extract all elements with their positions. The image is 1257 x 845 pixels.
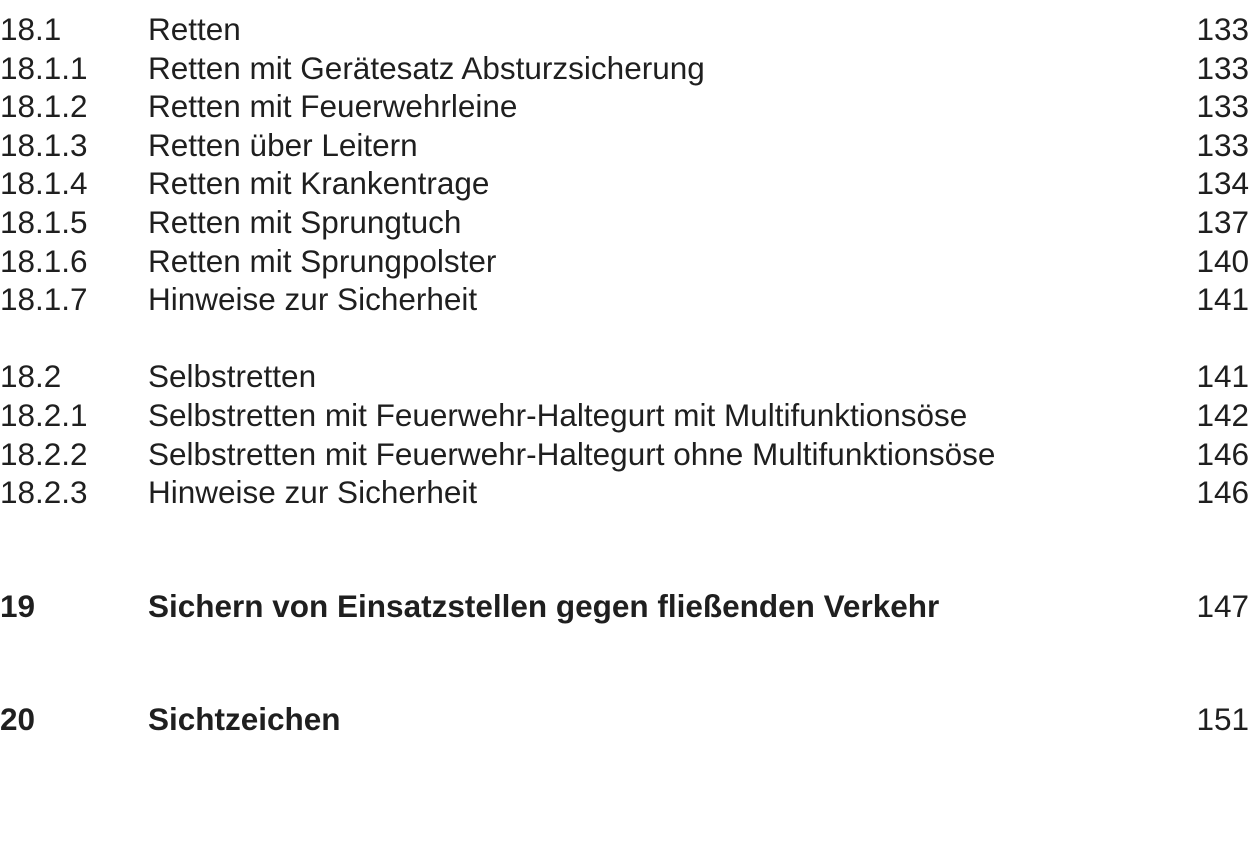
section-title: Retten mit Sprungtuch bbox=[148, 203, 462, 240]
page-number: 133 bbox=[1196, 49, 1249, 86]
page-number: 146 bbox=[1196, 435, 1249, 472]
table-of-contents: 18.1 Retten 133 18.1.1 Retten mit Geräte… bbox=[0, 10, 1257, 739]
toc-entry-18-1-4: 18.1.4 Retten mit Krankentrage 134 bbox=[0, 164, 1257, 203]
toc-entry-18-2-2: 18.2.2 Selbstretten mit Feuerwehr-Halteg… bbox=[0, 435, 1257, 474]
toc-entry-18-2-1: 18.2.1 Selbstretten mit Feuerwehr-Halteg… bbox=[0, 396, 1257, 435]
section-title: Retten mit Gerätesatz Absturzsicherung bbox=[148, 49, 705, 86]
chapter-number: 19 bbox=[0, 587, 36, 624]
toc-entry-18-2-3: 18.2.3 Hinweise zur Sicherheit 146 bbox=[0, 473, 1257, 512]
page-number: 142 bbox=[1196, 396, 1249, 433]
section-title: Selbstretten mit Feuerwehr-Haltegurt ohn… bbox=[148, 435, 996, 472]
toc-entry-18-1-2: 18.1.2 Retten mit Feuerwehrleine 133 bbox=[0, 87, 1257, 126]
section-number: 18.1.5 bbox=[0, 203, 88, 240]
page-number: 137 bbox=[1196, 203, 1249, 240]
section-number: 18.2 bbox=[0, 358, 62, 395]
section-title: Retten über Leitern bbox=[148, 126, 418, 163]
section-title: Retten mit Feuerwehrleine bbox=[148, 88, 518, 125]
section-title: Retten bbox=[148, 11, 241, 47]
section-number: 18.1.7 bbox=[0, 281, 88, 318]
section-title: Hinweise zur Sicherheit bbox=[148, 281, 478, 318]
page-number: 134 bbox=[1196, 165, 1249, 202]
section-title: Retten mit Sprungpolster bbox=[148, 242, 497, 279]
page-number: 147 bbox=[1196, 587, 1249, 624]
chapter-title: Sichtzeichen bbox=[148, 701, 341, 738]
section-number: 18.1.6 bbox=[0, 242, 88, 279]
page-number: 151 bbox=[1196, 701, 1249, 738]
toc-entry-18-1-1: 18.1.1 Retten mit Gerätesatz Absturzsich… bbox=[0, 49, 1257, 88]
section-title: Selbstretten bbox=[148, 358, 317, 395]
toc-entry-18-1-5: 18.1.5 Retten mit Sprungtuch 137 bbox=[0, 203, 1257, 242]
toc-entry-18-1-7: 18.1.7 Hinweise zur Sicherheit 141 bbox=[0, 280, 1257, 319]
section-number: 18.1.4 bbox=[0, 165, 88, 202]
section-number: 18.1.2 bbox=[0, 88, 88, 125]
page-number: 141 bbox=[1196, 358, 1249, 395]
section-number: 18.1.1 bbox=[0, 49, 88, 86]
page-number: 146 bbox=[1196, 474, 1249, 511]
toc-chapter-20: 20 Sichtzeichen 151 bbox=[0, 700, 1257, 739]
toc-entry-18-1-3: 18.1.3 Retten über Leitern 133 bbox=[0, 126, 1257, 165]
page-number: 133 bbox=[1196, 11, 1249, 47]
section-number: 18.2.1 bbox=[0, 396, 88, 433]
toc-chapter-19: 19 Sichern von Einsatzstellen gegen flie… bbox=[0, 587, 1257, 626]
section-title: Selbstretten mit Feuerwehr-Haltegurt mit… bbox=[148, 396, 968, 433]
page-number: 133 bbox=[1196, 88, 1249, 125]
section-number: 18.1 bbox=[0, 11, 62, 47]
chapter-title: Sichern von Einsatzstellen gegen fließen… bbox=[148, 587, 940, 624]
page-number: 133 bbox=[1196, 126, 1249, 163]
section-number: 18.1.3 bbox=[0, 126, 88, 163]
toc-entry-18-1: 18.1 Retten 133 bbox=[0, 10, 1257, 49]
section-title: Hinweise zur Sicherheit bbox=[148, 474, 478, 511]
page-number: 140 bbox=[1196, 242, 1249, 279]
section-title: Retten mit Krankentrage bbox=[148, 165, 490, 202]
toc-entry-18-1-6: 18.1.6 Retten mit Sprungpolster 140 bbox=[0, 242, 1257, 281]
page-number: 141 bbox=[1196, 281, 1249, 318]
section-number: 18.2.3 bbox=[0, 474, 88, 511]
toc-entry-18-2: 18.2 Selbstretten 141 bbox=[0, 357, 1257, 396]
chapter-number: 20 bbox=[0, 701, 36, 738]
section-number: 18.2.2 bbox=[0, 435, 88, 472]
